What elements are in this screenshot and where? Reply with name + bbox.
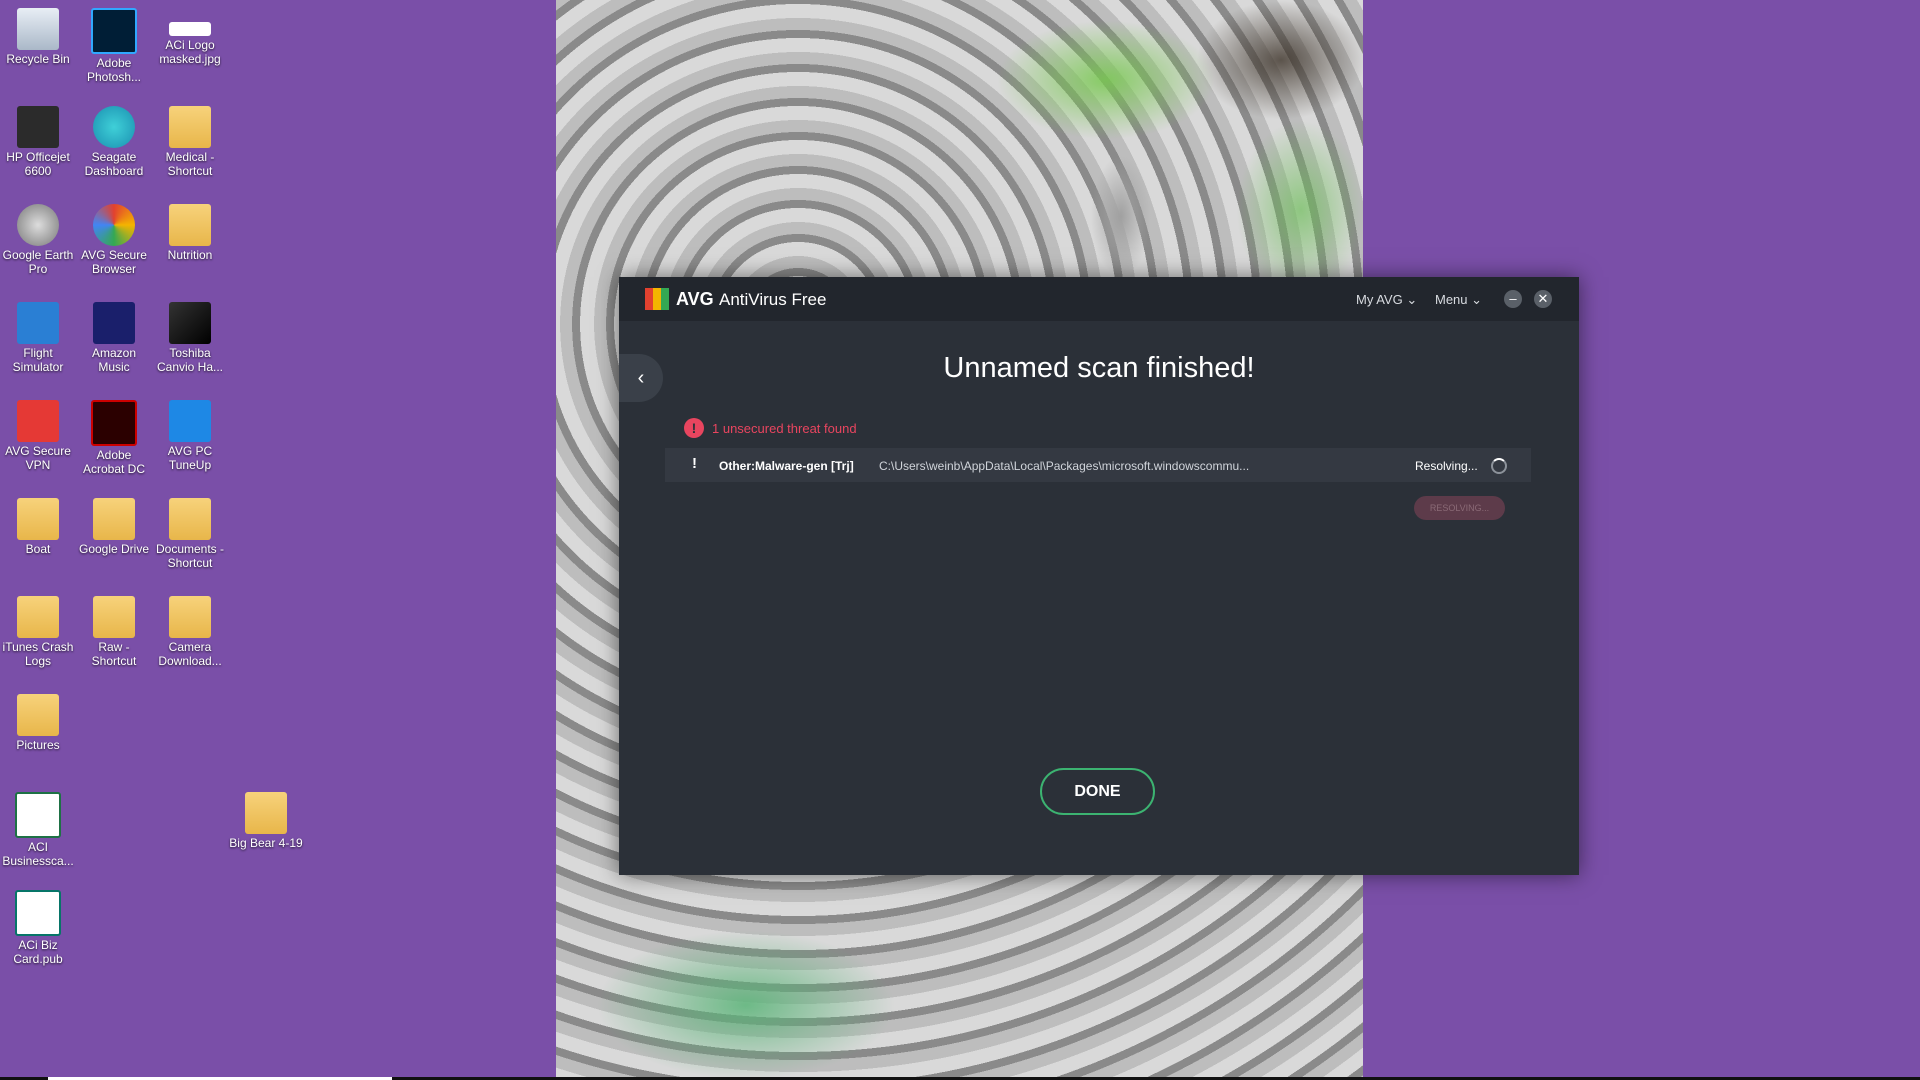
desktop-icon[interactable]: Recycle Bin (0, 4, 76, 66)
desktop-icon[interactable]: AVG Secure VPN (0, 396, 76, 472)
desktop-icon-label: Seagate Dashboard (84, 150, 144, 178)
desktop-icon-label: Boat (25, 542, 51, 556)
product-name: AntiVirus Free (719, 290, 827, 309)
desktop-icon[interactable]: ACi Logo masked.jpg (152, 4, 228, 66)
desktop-icon[interactable]: HP Officejet 6600 (0, 102, 76, 178)
alert-icon: ! (684, 418, 704, 438)
loading-spinner-icon (1491, 458, 1507, 474)
desktop-icon-label: ACi Biz Card.pub (13, 938, 63, 966)
threat-summary: ! 1 unsecured threat found (684, 418, 857, 438)
desktop-icon[interactable]: Google Earth Pro (0, 200, 76, 276)
desktop-icon-label: Raw - Shortcut (91, 640, 137, 668)
airplane-icon (17, 302, 59, 344)
printer-icon (17, 106, 59, 148)
desktop-icon-label: AVG PC TuneUp (167, 444, 213, 472)
folder-icon (169, 498, 211, 540)
desktop-icon[interactable]: Pictures (0, 690, 76, 752)
title-bar: AVG AntiVirus Free My AVG ⌄ Menu ⌄ – ✕ (619, 277, 1579, 321)
threat-marker-icon: ! (692, 455, 697, 472)
resolving-button[interactable]: RESOLVING... (1414, 496, 1505, 520)
folder-icon (169, 596, 211, 638)
page-title: Unnamed scan finished! (943, 352, 1255, 384)
avg-browser-icon (93, 204, 135, 246)
desktop-icon[interactable]: Raw - Shortcut (76, 592, 152, 668)
avg-antivirus-window: AVG AntiVirus Free My AVG ⌄ Menu ⌄ – ✕ ‹… (619, 277, 1579, 875)
recycle-bin-icon (17, 8, 59, 50)
desktop-icon-label: ACI Businessca... (2, 840, 74, 868)
google-drive-icon (93, 498, 135, 540)
threat-summary-text: 1 unsecured threat found (712, 421, 857, 436)
desktop-icon[interactable]: Adobe Photosh... (76, 4, 152, 84)
desktop-icon[interactable]: AVG PC TuneUp (152, 396, 228, 472)
desktop-icon-label: Big Bear 4-19 (229, 836, 303, 850)
threat-name: Other:Malware-gen [Trj] (719, 459, 854, 473)
threat-row[interactable]: ! Other:Malware-gen [Trj] C:\Users\weinb… (665, 448, 1531, 482)
desktop-icon-label: AVG Secure Browser (81, 248, 147, 276)
desktop-icon[interactable]: iTunes Crash Logs (0, 592, 76, 668)
photoshop-icon (91, 8, 137, 54)
acrobat-icon (91, 400, 137, 446)
folder-icon (17, 596, 59, 638)
desktop-icon-label: Google Earth Pro (2, 248, 74, 276)
folder-icon (169, 106, 211, 148)
google-earth-icon (17, 204, 59, 246)
desktop-icon[interactable]: Nutrition (152, 200, 228, 262)
desktop-icon-label: AVG Secure VPN (5, 444, 71, 472)
minimize-button[interactable]: – (1504, 290, 1522, 308)
desktop-icon[interactable]: Flight Simulator (0, 298, 76, 374)
desktop-icon[interactable]: Google Drive (76, 494, 152, 556)
desktop-icon-label: Medical - Shortcut (165, 150, 215, 178)
publisher-icon (15, 890, 61, 936)
tuneup-icon (169, 400, 211, 442)
folder-icon (93, 596, 135, 638)
main-menu[interactable]: Menu ⌄ (1435, 292, 1482, 308)
desktop-icon[interactable]: AVG Secure Browser (76, 200, 152, 276)
desktop-icon-label: Documents - Shortcut (155, 542, 225, 570)
amazon-music-icon (93, 302, 135, 344)
desktop-icon-label: Recycle Bin (6, 52, 70, 66)
desktop-icon[interactable]: Amazon Music (76, 298, 152, 374)
desktop-icon-label: Adobe Photosh... (86, 56, 142, 84)
desktop-icon[interactable]: Adobe Acrobat DC (76, 396, 152, 476)
desktop-icon-label: ACi Logo masked.jpg (159, 38, 221, 66)
drive-icon (169, 302, 211, 344)
desktop-icon-label: Google Drive (78, 542, 150, 556)
folder-icon (17, 498, 59, 540)
folder-icon (245, 792, 287, 834)
my-avg-menu[interactable]: My AVG ⌄ (1356, 292, 1417, 308)
desktop-icon[interactable]: Big Bear 4-19 (228, 788, 304, 850)
brand-name: AVG (676, 289, 714, 309)
desktop-icon-label: HP Officejet 6600 (6, 150, 70, 178)
desktop-icon-label: Toshiba Canvio Ha... (156, 346, 224, 374)
desktop-icon-label: Pictures (16, 738, 60, 752)
desktop-icon-label: Nutrition (167, 248, 213, 262)
avg-logo-icon (645, 288, 671, 310)
desktop-icon[interactable]: Documents - Shortcut (152, 494, 228, 570)
desktop-icon[interactable]: ACi Biz Card.pub (0, 886, 76, 966)
done-button[interactable]: DONE (1040, 768, 1155, 815)
desktop-icon-label: Camera Download... (158, 640, 222, 668)
folder-icon (169, 204, 211, 246)
vpn-icon (17, 400, 59, 442)
desktop-icon-label: Adobe Acrobat DC (82, 448, 146, 476)
desktop-icon[interactable]: Toshiba Canvio Ha... (152, 298, 228, 374)
threat-status: Resolving... (1415, 459, 1478, 473)
desktop-icon[interactable]: Camera Download... (152, 592, 228, 668)
threat-path: C:\Users\weinb\AppData\Local\Packages\mi… (879, 459, 1250, 473)
desktop-icon[interactable]: Seagate Dashboard (76, 102, 152, 178)
desktop-icon[interactable]: ACI Businessca... (0, 788, 76, 868)
close-button[interactable]: ✕ (1534, 290, 1552, 308)
image-file-icon (169, 22, 211, 36)
desktop-icon[interactable]: Medical - Shortcut (152, 102, 228, 178)
desktop-icon-label: iTunes Crash Logs (2, 640, 74, 668)
excel-icon (15, 792, 61, 838)
desktop-icon-label: Amazon Music (91, 346, 137, 374)
seagate-icon (93, 106, 135, 148)
desktop-icon[interactable]: Boat (0, 494, 76, 556)
desktop-icon-label: Flight Simulator (12, 346, 64, 374)
folder-icon (17, 694, 59, 736)
